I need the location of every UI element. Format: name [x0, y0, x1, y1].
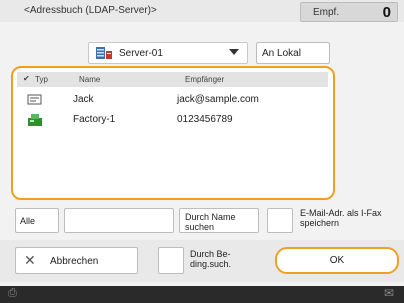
address-list: ✔ Typ Name Empfänger Jack jack@sample.co… — [11, 66, 335, 200]
search-input[interactable] — [64, 208, 174, 233]
recipients-count: 0 — [382, 4, 391, 21]
row-recipient: 0123456789 — [177, 114, 233, 125]
header-recipient: Empfänger — [185, 75, 225, 84]
status-icon-right[interactable]: ✉ — [384, 286, 394, 300]
name-search-label: Durch Name suchen — [185, 212, 236, 232]
recipients-counter[interactable]: Empf. 0 — [300, 2, 398, 22]
header-name: Name — [79, 75, 101, 84]
all-button[interactable]: Alle — [15, 208, 59, 233]
header-check[interactable]: ✔ — [23, 74, 30, 83]
status-icon-left: ⎙ — [8, 287, 17, 299]
ok-label: OK — [329, 255, 345, 266]
close-icon: ✕ — [24, 252, 36, 268]
bottom-bar: ✕ Abbrechen Durch Be- ding.such. OK — [0, 240, 404, 282]
condition-search-label: Durch Be- ding.such. — [190, 249, 232, 269]
row-name: Factory-1 — [73, 114, 116, 125]
top-bar: <Adressbuch (LDAP-Server)> Empf. 0 — [0, 0, 404, 22]
recipients-label: Empf. — [313, 7, 340, 18]
condition-search-button[interactable] — [158, 247, 184, 274]
server-select[interactable]: Server-01 — [88, 42, 248, 64]
email-icon — [27, 93, 43, 106]
server-icon — [95, 46, 113, 61]
ok-button[interactable]: OK — [275, 247, 399, 274]
status-bar: ⎙ ✉ — [0, 286, 404, 303]
name-search-button[interactable]: Durch Name suchen — [179, 208, 259, 233]
table-row[interactable]: Jack jack@sample.com — [17, 90, 328, 110]
server-select-value: Server-01 — [119, 48, 163, 59]
row-recipient: jack@sample.com — [177, 94, 259, 105]
page-title: <Adressbuch (LDAP-Server)> — [24, 5, 157, 16]
all-button-label: Alle — [20, 216, 36, 226]
row-name: Jack — [73, 94, 94, 105]
search-bar: Alle Durch Name suchen E-Mail-Adr. als I… — [0, 205, 404, 237]
cancel-label: Abbrechen — [50, 256, 99, 267]
fax-icon — [27, 113, 43, 126]
header-type: Typ — [35, 75, 48, 84]
chevron-down-icon — [229, 49, 239, 55]
cancel-button[interactable]: ✕ Abbrechen — [15, 247, 138, 274]
list-header: ✔ Typ Name Empfänger — [17, 72, 328, 87]
save-as-ifax-checkbox[interactable] — [267, 208, 293, 233]
table-row[interactable]: Factory-1 0123456789 — [17, 110, 328, 130]
to-local-label: An Lokal — [262, 48, 301, 59]
to-local-button[interactable]: An Lokal — [256, 42, 330, 64]
save-as-ifax-label: E-Mail-Adr. als I-Fax speichern — [300, 208, 382, 228]
server-row: Server-01 An Lokal — [0, 32, 404, 64]
